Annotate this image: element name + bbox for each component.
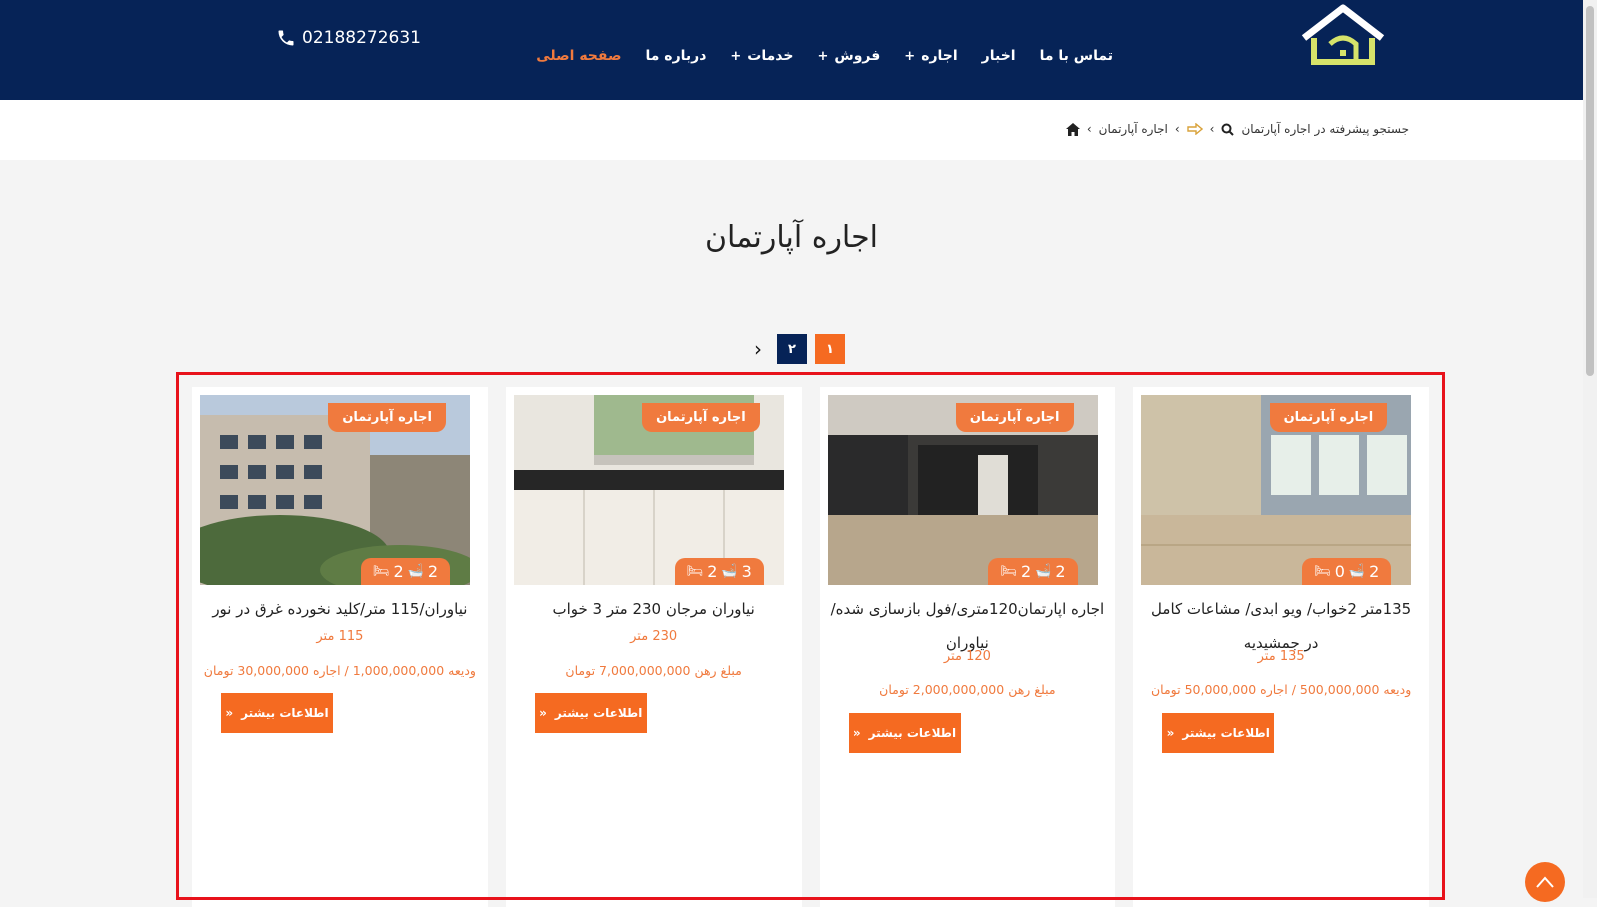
bath-count: 2 — [1369, 562, 1380, 581]
scrollbar[interactable] — [1583, 0, 1597, 898]
nav-contact[interactable]: تماس با ما — [1040, 48, 1113, 64]
listing-title[interactable]: نیاوران مرجان 230 متر 3 خواب — [516, 592, 792, 626]
chevron-right-icon[interactable]: › — [747, 334, 769, 364]
scroll-to-top-button[interactable] — [1525, 862, 1565, 902]
bed-count: 2 — [393, 562, 404, 581]
listing-photo[interactable]: اجاره آپارتمان 🛏 2 🛁 2 — [827, 395, 1098, 585]
listing-badge: اجاره آپارتمان — [642, 403, 760, 432]
more-info-button[interactable]: اطلاعات بیشتر « — [221, 693, 333, 733]
bath-icon: 🛁 — [721, 564, 738, 579]
listing-stats: 🛏 0 🛁 2 — [1302, 558, 1392, 585]
breadcrumb-separator: › — [1209, 122, 1215, 136]
bed-count: 0 — [1334, 562, 1345, 581]
bed-count: 2 — [1020, 562, 1032, 581]
listing-badge: اجاره آپارتمان — [1269, 403, 1388, 432]
listing-area: 120 متر — [943, 649, 991, 664]
double-chevron-left-icon: « — [1166, 726, 1175, 740]
listing-area: 135 متر — [1257, 649, 1305, 664]
chevron-up-icon — [1536, 876, 1554, 888]
listing-grid: اجاره آپارتمان 🛏 0 🛁 2 135متر 2خواب/ ویو ا… — [192, 387, 1429, 907]
page-2-button[interactable]: ۲ — [777, 334, 807, 364]
search-icon[interactable] — [1221, 123, 1235, 136]
listing-area: 230 متر — [630, 629, 678, 644]
bed-icon: 🛏 — [1314, 564, 1331, 579]
more-info-button[interactable]: اطلاعات بیشتر « — [848, 713, 961, 753]
bath-count: 2 — [427, 562, 438, 581]
breadcrumb-bar: › اجاره آپارتمان › › جستجو پیشرفته در اج… — [0, 100, 1583, 160]
bath-count: 2 — [1055, 562, 1066, 581]
breadcrumb-current: جستجو پیشرفته در اجاره آپارتمان — [1241, 122, 1409, 136]
site-header: صفحه اصلی درباره ما خدمات + فروش + اجاره + … — [0, 0, 1583, 100]
nav-home[interactable]: صفحه اصلی — [536, 48, 621, 64]
listing-price: مبلغ رهن 2,000,000,000 تومان — [879, 682, 1056, 697]
listing-stats: 🛏 2 🛁 3 — [674, 558, 764, 585]
breadcrumb: › اجاره آپارتمان › › جستجو پیشرفته در اج… — [1065, 122, 1409, 136]
listing-photo[interactable]: اجاره آپارتمان 🛏 2 🛁 2 — [200, 395, 470, 585]
plus-icon: + — [817, 48, 829, 64]
bed-icon: 🛏 — [1000, 564, 1017, 579]
listing-photo[interactable]: اجاره آپارتمان 🛏 2 🛁 3 — [513, 395, 784, 585]
breadcrumb-separator: › — [1174, 122, 1180, 136]
listing-card: اجاره آپارتمان 🛏 2 🛁 3 نیاوران مرجان 230 م… — [505, 387, 802, 907]
bath-count: 3 — [741, 562, 752, 581]
breadcrumb-separator: › — [1086, 122, 1092, 136]
phone-icon — [278, 30, 294, 46]
listing-badge: اجاره آپارتمان — [955, 403, 1074, 432]
bath-icon: 🛁 — [407, 564, 424, 579]
pagination: › ۲ ۱ — [747, 334, 845, 364]
listing-price: مبلغ رهن 7,000,000,000 تومان — [565, 663, 742, 678]
nav-rent[interactable]: اجاره + — [904, 48, 957, 64]
plus-icon: + — [904, 48, 916, 64]
bed-count: 2 — [707, 562, 718, 581]
double-chevron-left-icon: « — [539, 706, 547, 720]
page-title: اجاره آپارتمان — [705, 220, 878, 255]
listing-price: ودیعه 1,000,000,000 / اجاره 30,000,000 ت… — [203, 663, 476, 678]
bed-icon: 🛏 — [372, 564, 390, 579]
phone-link[interactable]: 02188272631 — [276, 28, 421, 48]
more-info-button[interactable]: اطلاعات بیشتر « — [1162, 713, 1275, 753]
bath-icon: 🛁 — [1348, 564, 1366, 579]
bath-icon: 🛁 — [1035, 564, 1052, 579]
nav-news[interactable]: اخبار — [982, 48, 1016, 64]
double-chevron-left-icon: « — [225, 706, 234, 720]
site-logo[interactable] — [1300, 4, 1386, 66]
home-icon[interactable] — [1065, 122, 1080, 136]
plus-icon: + — [730, 48, 742, 64]
more-info-label: اطلاعات بیشتر — [241, 706, 329, 720]
listing-card: اجاره آپارتمان 🛏 0 🛁 2 135متر 2خواب/ ویو ا… — [1133, 387, 1429, 907]
page-1-button[interactable]: ۱ — [815, 334, 845, 364]
listing-price: ودیعه 500,000,000 / اجاره 50,000,000 توم… — [1151, 682, 1412, 697]
scrollbar-thumb[interactable] — [1586, 6, 1594, 376]
main-nav: صفحه اصلی درباره ما خدمات + فروش + اجاره + … — [536, 48, 1113, 64]
more-info-button[interactable]: اطلاعات بیشتر « — [534, 693, 647, 733]
listing-stats: 🛏 2 🛁 2 — [360, 558, 450, 585]
listing-stats: 🛏 2 🛁 2 — [988, 558, 1078, 585]
double-chevron-left-icon: « — [852, 726, 861, 740]
listing-title[interactable]: نیاوران/115 متر/کلید نخورده غرق در نور — [202, 592, 478, 626]
hand-pointer-icon — [1186, 123, 1203, 135]
listing-card: اجاره آپارتمان 🛏 2 🛁 2 نیاوران/115 متر/کلی… — [192, 387, 488, 907]
more-info-label: اطلاعات بیشتر — [868, 726, 957, 740]
more-info-label: اطلاعات بیشتر — [1182, 726, 1270, 740]
nav-about[interactable]: درباره ما — [646, 48, 707, 64]
breadcrumb-rent-apartment[interactable]: اجاره آپارتمان — [1099, 122, 1168, 136]
bed-icon: 🛏 — [686, 564, 704, 579]
nav-sale[interactable]: فروش + — [817, 48, 880, 64]
listing-badge: اجاره آپارتمان — [328, 403, 446, 432]
phone-number: 02188272631 — [302, 28, 421, 48]
more-info-label: اطلاعات بیشتر — [554, 706, 643, 720]
listing-photo[interactable]: اجاره آپارتمان 🛏 0 🛁 2 — [1141, 395, 1412, 585]
listing-card: اجاره آپارتمان 🛏 2 🛁 2 اجاره اپارتمان120مت… — [819, 387, 1116, 907]
listing-area: 115 متر — [316, 629, 364, 644]
nav-services[interactable]: خدمات + — [730, 48, 793, 64]
